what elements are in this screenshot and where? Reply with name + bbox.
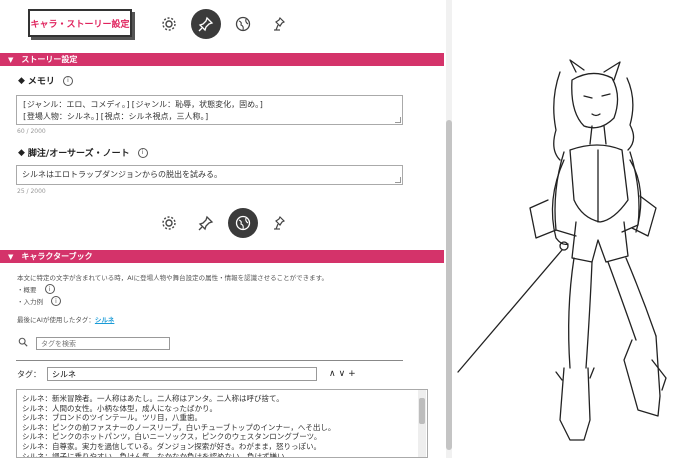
chara-story-tab-button[interactable]: キャラ・ストーリー設定 <box>28 9 132 37</box>
last-used-tag-line: 最後にAIが使用したタグ：シルネ <box>17 314 114 324</box>
settings-panel: キャラ・ストーリー設定 ▼ ストーリー設定 ◆ メモリ i [ジャンル：エロ、コメ… <box>0 0 452 458</box>
middle-icon-row <box>154 208 302 238</box>
info-icon[interactable]: i <box>62 75 73 86</box>
character-illustration <box>452 0 680 458</box>
memo-label: ◆ メモリ i <box>18 74 73 87</box>
last-used-tag-link[interactable]: シルネ <box>95 316 115 324</box>
globe-icon[interactable] <box>228 9 258 39</box>
example-text: ・入力例 <box>17 298 43 306</box>
example-item: ・入力例 i <box>17 296 61 306</box>
tag-row: タグ： ∧∨+ <box>17 367 359 381</box>
entry-scrollbar-thumb[interactable] <box>419 398 425 424</box>
top-icon-row <box>154 9 302 39</box>
character-sketch <box>457 59 667 441</box>
character-book-description: 本文に特定の文字が含まれている時，AIに登場人物や舞台設定の属性・情報を認識させ… <box>17 274 329 282</box>
tab-label: キャラ・ストーリー設定 <box>30 19 130 30</box>
authors-note-label-text: 脚注/オーサーズ・ノート <box>27 149 130 159</box>
character-book-section-title: キャラクターブック <box>21 252 93 261</box>
character-book-section-header[interactable]: ▼ キャラクターブック <box>0 250 444 263</box>
divider <box>16 360 403 361</box>
stand-pin-icon[interactable] <box>265 9 295 39</box>
gear-icon[interactable] <box>154 208 184 238</box>
tag-input[interactable] <box>47 367 317 381</box>
collapse-triangle-icon: ▼ <box>8 55 14 64</box>
story-section-header[interactable]: ▼ ストーリー設定 <box>0 53 444 66</box>
overview-item: ・概要 i <box>17 284 55 294</box>
tag-search-input[interactable] <box>36 337 170 350</box>
tag-label: タグ： <box>17 369 41 379</box>
info-icon[interactable]: i <box>51 296 61 306</box>
authors-note-char-counter: 25 / 2000 <box>17 188 46 195</box>
tag-search <box>18 337 170 350</box>
gear-icon[interactable] <box>154 9 184 39</box>
pin-icon[interactable] <box>191 208 221 238</box>
tag-entry-textarea[interactable]: シルネ：新米冒険者。一人称はあたし。二人称はアンタ。二人称は呼び捨て。 シルネ：… <box>16 389 428 458</box>
memo-label-text: メモリ <box>27 77 55 87</box>
authors-note-textarea[interactable]: シルネはエロトラップダンジョンからの脱出を試みる。 <box>16 165 403 185</box>
authors-note-label: ◆ 脚注/オーサーズ・ノート i <box>18 146 148 159</box>
memo-char-counter: 60 / 2000 <box>17 128 46 135</box>
story-section-title: ストーリー設定 <box>21 55 78 64</box>
stand-pin-icon[interactable] <box>265 208 295 238</box>
last-used-tag-prefix: 最後にAIが使用したタグ： <box>17 316 95 324</box>
globe-icon[interactable] <box>228 208 258 238</box>
resize-handle-icon[interactable] <box>395 117 401 123</box>
info-icon[interactable]: i <box>44 284 55 294</box>
resize-handle-icon[interactable] <box>395 177 401 183</box>
memo-textarea[interactable]: [ジャンル：エロ、コメディ。][ジャンル：恥辱，状態変化，固め。] [登場人物：… <box>16 95 403 125</box>
collapse-triangle-icon: ▼ <box>8 252 14 261</box>
pin-icon[interactable] <box>191 9 221 39</box>
overview-text: ・概要 <box>17 286 37 294</box>
tag-order-controls[interactable]: ∧∨+ <box>329 369 359 379</box>
info-icon[interactable]: i <box>137 147 148 158</box>
search-icon <box>18 337 28 350</box>
